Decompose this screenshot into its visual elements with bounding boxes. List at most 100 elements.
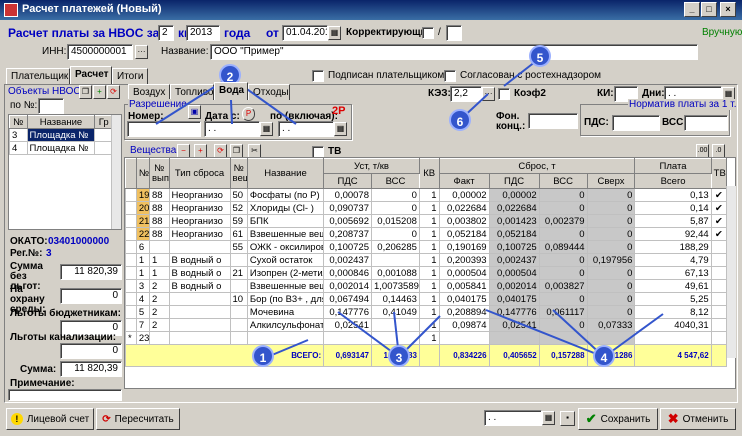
tab-payer[interactable]: Плательщик xyxy=(6,68,70,84)
table-row[interactable]: 21 88 Неорганизо 59 БПК 0,005692 0,015208 1 0,00… xyxy=(125,214,728,228)
close-button[interactable]: × xyxy=(720,2,736,17)
objects-add-icon[interactable]: + xyxy=(93,85,106,99)
row-indicator[interactable] xyxy=(125,318,137,332)
row-indicator[interactable] xyxy=(125,214,137,228)
cell-tv[interactable]: ✔ xyxy=(710,201,728,215)
cell-tv[interactable] xyxy=(710,253,728,267)
table-row[interactable]: 4 Площадка № xyxy=(9,141,113,155)
decimals-more-icon[interactable]: .0 xyxy=(712,144,725,158)
row-indicator[interactable] xyxy=(125,292,137,306)
minimize-button[interactable]: _ xyxy=(684,2,700,17)
inn-lookup-button[interactable]: ··· xyxy=(135,45,148,59)
permit-picker-icon[interactable]: ▣ xyxy=(188,105,201,119)
substance-copy-icon[interactable]: ❐ xyxy=(230,144,243,158)
cell-tv[interactable] xyxy=(710,331,728,345)
row-indicator[interactable] xyxy=(125,201,137,215)
table-row[interactable]: 5 2 Мочевина 0,147776 0,41049 1 0,208894 0,1477… xyxy=(125,305,728,319)
correcting-checkbox[interactable] xyxy=(422,27,434,39)
maximize-button[interactable]: □ xyxy=(701,2,717,17)
row-indicator[interactable] xyxy=(125,253,137,267)
cell-ves xyxy=(229,331,248,345)
date-from-input[interactable]: . . xyxy=(204,121,260,137)
note-input[interactable] xyxy=(8,389,122,401)
tab-water[interactable]: Вода xyxy=(214,82,248,100)
decimals-icon[interactable]: .00 xyxy=(696,144,709,158)
recalc-label: Пересчитать xyxy=(114,413,174,425)
permit-2p-icon[interactable]: 2P xyxy=(332,106,345,120)
row-indicator[interactable] xyxy=(125,240,137,254)
tab-totals[interactable]: Итоги xyxy=(112,68,148,84)
name-input[interactable]: ООО "Пример" xyxy=(210,44,698,60)
table-row[interactable]: 19 88 Неорганизо 50 Фосфаты (по Р) 0,00078 0 1 0… xyxy=(125,188,728,202)
cell-tv[interactable] xyxy=(710,240,728,254)
tab-waste[interactable]: Отходы xyxy=(248,84,290,100)
save-button[interactable]: ✔ Сохранить xyxy=(578,408,658,430)
table-row[interactable]: 3 Площадка № xyxy=(9,128,113,142)
norm-vss-input[interactable] xyxy=(684,115,728,131)
substance-add-icon[interactable]: + xyxy=(194,144,207,158)
cell-tv[interactable]: ✔ xyxy=(710,214,728,228)
date-to-calendar-icon[interactable]: ▦ xyxy=(334,122,347,136)
date-to-input[interactable]: . . xyxy=(278,121,334,137)
objects-scrollbar[interactable] xyxy=(111,115,121,229)
footer-date-input[interactable]: . . xyxy=(484,410,542,426)
table-row[interactable]: 20 88 Неорганизо 52 Хлориды (Cl- ) 0,090737 0 1… xyxy=(125,201,728,215)
reg-value: 3 xyxy=(46,248,52,259)
lgoty-kanal-input[interactable]: 0 xyxy=(60,343,122,359)
cell-tv[interactable]: ✔ xyxy=(710,227,728,241)
table-row[interactable]: * 23 1 xyxy=(125,331,728,345)
tab-fuel[interactable]: Топливо xyxy=(170,84,214,100)
substance-delete-icon[interactable]: − xyxy=(177,144,190,158)
cell-tv[interactable] xyxy=(710,318,728,332)
quarter-input[interactable]: 2 xyxy=(158,25,174,41)
table-row[interactable]: 6 55 ОЖК - оксилирова 0,100725 0,206285 1 0,19… xyxy=(125,240,728,254)
table-row[interactable]: 72Алкилсульфонат н0,0254110,098740,02541… xyxy=(125,318,728,332)
save-disk-icon[interactable]: ▪ xyxy=(560,411,575,426)
okhrana-input[interactable]: 0 xyxy=(60,288,122,304)
tab-calc[interactable]: Расчет xyxy=(70,66,112,84)
tab-air[interactable]: Воздух xyxy=(128,84,170,100)
row-indicator[interactable] xyxy=(125,305,137,319)
calendar-icon[interactable]: ▦ xyxy=(328,26,341,40)
norm-pds-input[interactable] xyxy=(612,115,660,131)
no-filter-input[interactable] xyxy=(38,98,64,114)
agreed-rpn-checkbox[interactable] xyxy=(444,70,456,82)
cell-tv[interactable] xyxy=(710,305,728,319)
kez-input[interactable]: 2,2 xyxy=(450,86,482,102)
substances-scrollbar[interactable] xyxy=(726,186,736,358)
table-row[interactable]: 32В водный оВзвешенные веще0,0020141,007… xyxy=(125,279,728,293)
cell-tv[interactable] xyxy=(710,266,728,280)
permit-number-input[interactable] xyxy=(127,121,201,137)
date-from-calendar-icon[interactable]: ▦ xyxy=(260,122,273,136)
cell-tv[interactable] xyxy=(710,292,728,306)
row-indicator[interactable] xyxy=(125,227,137,241)
objects-delete-icon[interactable]: ⟳ xyxy=(107,85,120,99)
scissors-icon[interactable]: ✂ xyxy=(248,144,261,158)
table-row[interactable]: 11В водный о Сухой остаток 0,002437 1 0,2003… xyxy=(125,253,728,267)
row-indicator[interactable]: * xyxy=(125,331,137,345)
permit-refresh-icon[interactable]: P xyxy=(242,107,255,121)
cell-tv[interactable]: ✔ xyxy=(710,188,728,202)
inn-input[interactable]: 4500000001 xyxy=(67,44,133,60)
koef2-checkbox[interactable] xyxy=(498,88,510,100)
recalc-button[interactable]: ⟳ Пересчитать xyxy=(96,408,180,430)
table-row[interactable]: 11В водный о21Изопрен (2-метилб0,0008460… xyxy=(125,266,728,280)
cell-tv[interactable] xyxy=(710,279,728,293)
permit-title: Разрешение xyxy=(128,99,188,110)
date-input[interactable]: 01.04.2013 xyxy=(282,25,328,41)
row-indicator[interactable] xyxy=(125,266,137,280)
cancel-button[interactable]: ✖ Отменить xyxy=(660,408,736,430)
account-button[interactable]: ! Лицевой счет xyxy=(6,408,94,430)
objects-copy-icon[interactable]: ❐ xyxy=(79,85,92,99)
kez-lookup-button[interactable]: ··· xyxy=(482,87,495,101)
year-input[interactable]: 2013 xyxy=(186,25,220,41)
row-indicator[interactable] xyxy=(125,188,137,202)
footer-calendar-icon[interactable]: ▦ xyxy=(542,411,555,425)
correcting-number-input[interactable] xyxy=(446,25,462,41)
substance-refresh-icon[interactable]: ⟳ xyxy=(214,144,227,158)
row-indicator[interactable] xyxy=(125,279,137,293)
table-row[interactable]: 4210Бор (по В3+ , для н0,0674940,1446310… xyxy=(125,292,728,306)
table-row[interactable]: 2288Неорганизо61Взвешенные веще0,2087370… xyxy=(125,227,728,241)
fon-input[interactable] xyxy=(528,113,578,129)
signed-payer-checkbox[interactable] xyxy=(312,70,324,82)
